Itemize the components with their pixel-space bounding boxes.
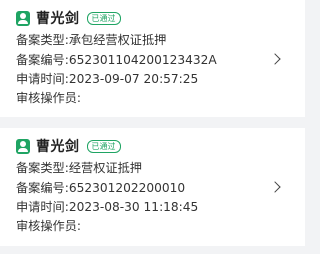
- review-operator: 审核操作员:: [16, 91, 82, 105]
- apply-time: 申请时间:2023-08-30 11:18:45: [16, 200, 199, 214]
- chevron-right-icon[interactable]: [269, 53, 281, 65]
- record-header: 曹光剑 已通过: [16, 135, 121, 157]
- record-card[interactable]: 曹光剑 已通过 备案类型:经营权证抵押 备案编号:652301202200010…: [0, 128, 305, 246]
- review-operator: 审核操作员:: [16, 219, 82, 233]
- status-badge: 已通过: [86, 139, 121, 153]
- status-badge: 已通过: [86, 11, 121, 25]
- record-type: 备案类型:经营权证抵押: [16, 161, 142, 175]
- applicant-name: 曹光剑: [36, 139, 80, 155]
- apply-time: 申请时间:2023-09-07 20:57:25: [16, 72, 199, 86]
- record-header: 曹光剑 已通过: [16, 7, 121, 29]
- record-type: 备案类型:承包经营权证抵押: [16, 33, 167, 47]
- applicant-name: 曹光剑: [36, 11, 80, 27]
- person-icon: [16, 138, 30, 154]
- record-card[interactable]: 曹光剑 已通过 备案类型:承包经营权证抵押 备案编号:6523011042001…: [0, 0, 305, 117]
- person-icon: [16, 10, 30, 26]
- chevron-right-icon[interactable]: [269, 181, 281, 193]
- record-number: 备案编号:652301202200010: [16, 181, 186, 195]
- record-number: 备案编号:652301104200123432A: [16, 53, 217, 67]
